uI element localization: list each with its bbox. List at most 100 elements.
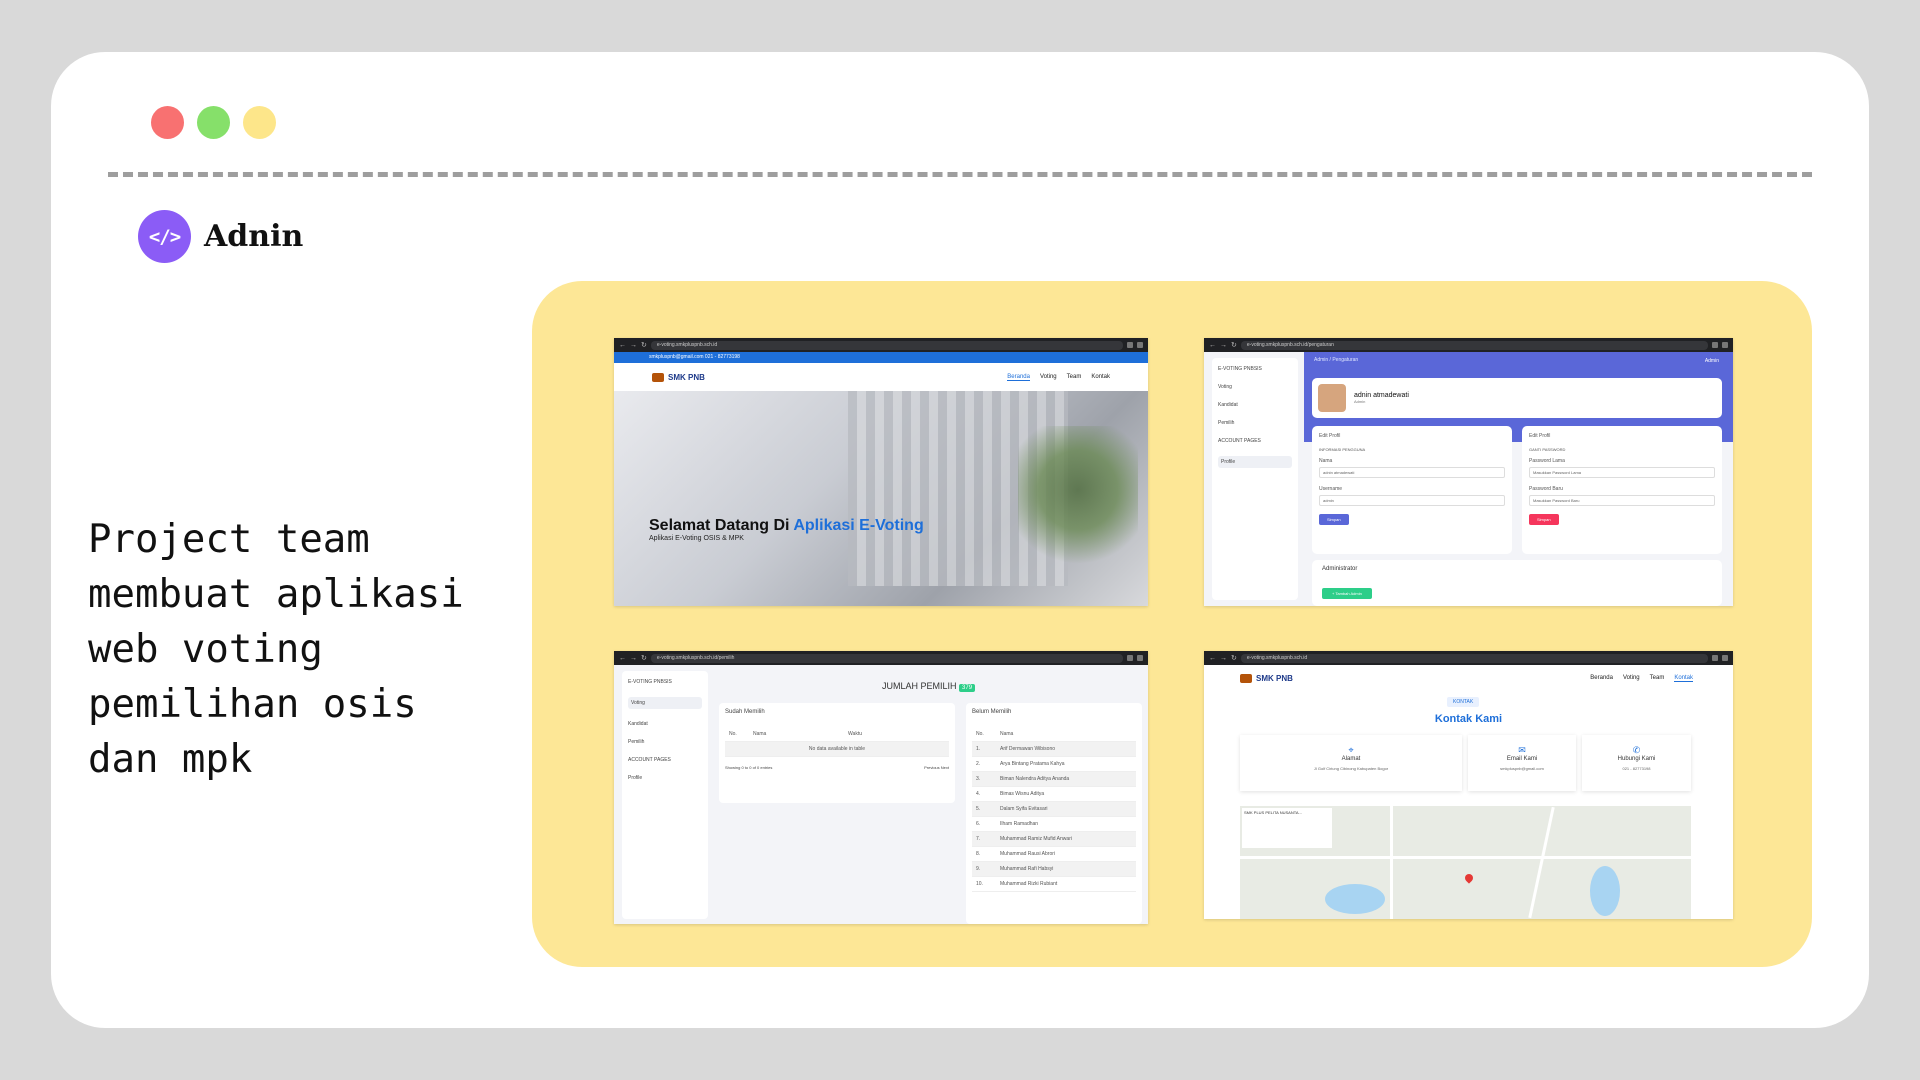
old-password-input[interactable]: Masukkan Password Lama bbox=[1529, 467, 1715, 478]
row-name: Bimas Wisnu Aditya bbox=[1000, 791, 1045, 797]
form-section: INFORMASI PENGGUNA bbox=[1319, 447, 1366, 452]
nav-team[interactable]: Team bbox=[1650, 675, 1665, 682]
profile-card: adnin atmadewati Admin bbox=[1312, 378, 1722, 418]
row-number: 5. bbox=[976, 806, 981, 812]
extension-icon[interactable] bbox=[1127, 655, 1133, 661]
nav-beranda[interactable]: Beranda bbox=[1590, 675, 1613, 682]
pagination[interactable]: Previous Next bbox=[924, 765, 949, 770]
table-row: 1. Arif Dermawan Wibisono bbox=[972, 742, 1136, 757]
forward-icon[interactable]: → bbox=[630, 342, 637, 349]
profile-role: Admin bbox=[1354, 399, 1366, 404]
save-profile-button[interactable]: Simpan bbox=[1319, 514, 1349, 525]
browser-toolbar: ← → ↻ e-voting.smkpluspnb.sch.id bbox=[614, 338, 1148, 352]
forward-icon[interactable]: → bbox=[630, 655, 637, 662]
menu-icon[interactable] bbox=[1722, 655, 1728, 661]
close-dot[interactable] bbox=[151, 106, 184, 139]
forward-icon[interactable]: → bbox=[1220, 655, 1227, 662]
nav-team[interactable]: Team bbox=[1067, 374, 1082, 381]
administrator-panel: Administrator + Tambah Admin bbox=[1312, 560, 1722, 606]
palm-image bbox=[1018, 426, 1138, 586]
sidebar-item-kandidat[interactable]: Kandidat bbox=[628, 721, 702, 727]
username-input[interactable]: admin bbox=[1319, 495, 1505, 506]
voter-count-title: JUMLAH PEMILIH 379 bbox=[882, 681, 976, 692]
row-number: 7. bbox=[976, 836, 981, 842]
voted-title: Sudah Memilih bbox=[725, 709, 765, 715]
add-admin-button[interactable]: + Tambah Admin bbox=[1322, 588, 1372, 599]
map-lake bbox=[1590, 866, 1620, 916]
site-logo[interactable]: SMK PNB bbox=[1240, 673, 1293, 683]
sidebar-item-voting[interactable]: Voting bbox=[1218, 384, 1292, 390]
back-icon[interactable]: ← bbox=[619, 655, 626, 662]
nav-voting[interactable]: Voting bbox=[1040, 374, 1057, 381]
address-text: Jl Golf Ciriung Cibinong Kabupaten Bogor bbox=[1313, 766, 1389, 771]
back-icon[interactable]: ← bbox=[1209, 655, 1216, 662]
reload-icon[interactable]: ↻ bbox=[1231, 341, 1237, 349]
row-number: 1. bbox=[976, 746, 981, 752]
sidebar-item-profile[interactable]: Profile bbox=[628, 775, 702, 781]
phone-title: Hubungi Kami bbox=[1617, 756, 1656, 762]
map-road bbox=[1390, 806, 1393, 919]
sidebar-item-profile[interactable]: Profile bbox=[1218, 456, 1292, 468]
row-number: 3. bbox=[976, 776, 981, 782]
maximize-dot[interactable] bbox=[243, 106, 276, 139]
menu-icon[interactable] bbox=[1722, 342, 1728, 348]
map-road bbox=[1528, 806, 1555, 919]
address-bar[interactable]: e-voting.smkpluspnb.sch.id bbox=[650, 340, 1123, 350]
entries-info: Showing 0 to 0 of 0 entries bbox=[725, 765, 773, 770]
user-menu[interactable]: Admin bbox=[1705, 358, 1719, 364]
reload-icon[interactable]: ↻ bbox=[641, 654, 647, 662]
col-no[interactable]: No. bbox=[725, 727, 753, 741]
reload-icon[interactable]: ↻ bbox=[1231, 654, 1237, 662]
hero-title: Selamat Datang Di Aplikasi E-Voting bbox=[649, 517, 924, 535]
nav-kontak[interactable]: Kontak bbox=[1674, 675, 1693, 682]
map-info-box: SMK PLUS PELITA NUSANTA... bbox=[1242, 808, 1332, 848]
save-password-button[interactable]: Simpan bbox=[1529, 514, 1559, 525]
not-voted-rows: 1. Arif Dermawan Wibisono 2. Arya Bintang P… bbox=[972, 742, 1136, 892]
row-name: Dalam Syifa Evitasari bbox=[1000, 806, 1048, 812]
section-tag: KONTAK bbox=[1447, 697, 1480, 707]
col-nama[interactable]: Nama bbox=[753, 727, 848, 741]
address-bar[interactable]: e-voting.smkpluspnb.sch.id bbox=[1240, 653, 1708, 663]
menu-icon[interactable] bbox=[1137, 342, 1143, 348]
site-logo[interactable]: SMK PNB bbox=[652, 372, 705, 382]
location-map[interactable]: SMK PLUS PELITA NUSANTA... bbox=[1240, 806, 1691, 919]
hero-banner: Selamat Datang Di Aplikasi E-Voting Apli… bbox=[614, 391, 1148, 606]
reload-icon[interactable]: ↻ bbox=[641, 341, 647, 349]
back-icon[interactable]: ← bbox=[619, 342, 626, 349]
extension-icon[interactable] bbox=[1127, 342, 1133, 348]
extension-icon[interactable] bbox=[1712, 342, 1718, 348]
col-no[interactable]: No. bbox=[972, 727, 1000, 741]
sidebar-item-kandidat[interactable]: Kandidat bbox=[1218, 402, 1292, 408]
name-input[interactable]: adnin atmadewati bbox=[1319, 467, 1505, 478]
table-row: 2. Arya Bintang Pratama Kahya bbox=[972, 757, 1136, 772]
sidebar-section-label: ACCOUNT PAGES bbox=[628, 757, 671, 763]
phone-text: 021 - 82773198 bbox=[1622, 766, 1651, 771]
map-lake bbox=[1325, 884, 1385, 914]
extension-icon[interactable] bbox=[1712, 655, 1718, 661]
new-password-input[interactable]: Masukkan Password Baru bbox=[1529, 495, 1715, 506]
back-icon[interactable]: ← bbox=[1209, 342, 1216, 349]
row-name: Ilham Ramadhan bbox=[1000, 821, 1039, 827]
nav-beranda[interactable]: Beranda bbox=[1007, 374, 1030, 381]
contact-page-screenshot: ← → ↻ e-voting.smkpluspnb.sch.id SMK PNB… bbox=[1204, 651, 1733, 919]
code-icon: </> bbox=[138, 210, 191, 263]
nav-voting[interactable]: Voting bbox=[1623, 675, 1640, 682]
forward-icon[interactable]: → bbox=[1220, 342, 1227, 349]
nav-kontak[interactable]: Kontak bbox=[1091, 374, 1110, 381]
col-waktu[interactable]: Waktu bbox=[848, 727, 862, 741]
sidebar-item-pemilih[interactable]: Pemilih bbox=[1218, 420, 1292, 426]
sidebar-item-voting[interactable]: Voting bbox=[628, 697, 702, 709]
browser-toolbar: ← → ↻ e-voting.smkpluspnb.sch.id/pengatu… bbox=[1204, 338, 1733, 352]
minimize-dot[interactable] bbox=[197, 106, 230, 139]
address-bar[interactable]: e-voting.smkpluspnb.sch.id/pemilih bbox=[650, 653, 1123, 663]
breadcrumb: Admin / Pengaturan bbox=[1314, 357, 1359, 363]
menu-icon[interactable] bbox=[1137, 655, 1143, 661]
col-nama[interactable]: Nama bbox=[1000, 727, 1013, 741]
brand-name: Adnin bbox=[204, 219, 304, 254]
map-pin-icon[interactable] bbox=[1463, 872, 1475, 884]
dashed-divider bbox=[108, 172, 1812, 177]
admin-sidebar: E-VOTING PNBSIS Voting Kandidat Pemilih … bbox=[1212, 358, 1298, 600]
sidebar-item-pemilih[interactable]: Pemilih bbox=[628, 739, 702, 745]
voted-header-row: No. Nama Waktu bbox=[725, 727, 949, 742]
address-bar[interactable]: e-voting.smkpluspnb.sch.id/pengaturan bbox=[1240, 340, 1708, 350]
